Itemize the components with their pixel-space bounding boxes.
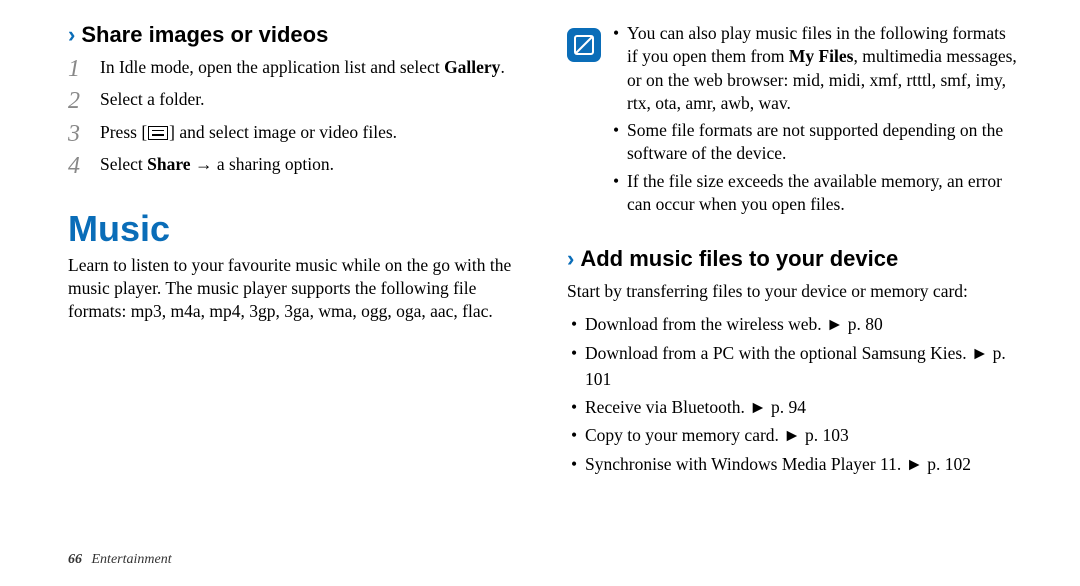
page-number: 66	[68, 552, 82, 567]
music-intro-paragraph: Learn to listen to your favourite music …	[68, 254, 521, 324]
list-item: Download from the wireless web. ► p. 80	[567, 311, 1020, 337]
share-heading: › Share images or videos	[68, 22, 521, 48]
list-item: Copy to your memory card. ► p. 103	[567, 422, 1020, 448]
note-item: If the file size exceeds the available m…	[613, 170, 1020, 217]
transfer-list: Download from the wireless web. ► p. 80 …	[567, 311, 1020, 477]
add-music-heading-text: Add music files to your device	[580, 246, 898, 272]
step-3: 3 Press [] and select image or video fil…	[68, 121, 521, 147]
step-number: 3	[68, 121, 96, 147]
step-text: Press [] and select image or video files…	[100, 121, 521, 145]
menu-icon	[148, 126, 168, 140]
step-text: Select a folder.	[100, 88, 521, 112]
note-item: You can also play music files in the fol…	[613, 22, 1020, 115]
list-item: Receive via Bluetooth. ► p. 94	[567, 394, 1020, 420]
step-4: 4 Select Share → a sharing option.	[68, 153, 521, 179]
left-column: › Share images or videos 1 In Idle mode,…	[68, 22, 521, 479]
list-item: Synchronise with Windows Media Player 11…	[567, 451, 1020, 477]
share-steps: 1 In Idle mode, open the application lis…	[68, 56, 521, 180]
step-number: 4	[68, 153, 96, 179]
add-music-heading: › Add music files to your device	[567, 246, 1020, 272]
share-heading-text: Share images or videos	[81, 22, 328, 48]
list-item: Download from a PC with the optional Sam…	[567, 340, 1020, 393]
step-2: 2 Select a folder.	[68, 88, 521, 114]
note-box: You can also play music files in the fol…	[567, 22, 1020, 220]
note-item: Some file formats are not supported depe…	[613, 119, 1020, 166]
step-text: In Idle mode, open the application list …	[100, 56, 521, 80]
step-text: Select Share → a sharing option.	[100, 153, 521, 177]
right-column: You can also play music files in the fol…	[567, 22, 1020, 479]
transfer-intro: Start by transferring files to your devi…	[567, 280, 1020, 303]
section-name: Entertainment	[92, 552, 172, 567]
note-list: You can also play music files in the fol…	[613, 22, 1020, 220]
note-icon	[567, 28, 601, 62]
chevron-right-icon: ›	[567, 246, 574, 272]
step-number: 2	[68, 88, 96, 114]
step-1: 1 In Idle mode, open the application lis…	[68, 56, 521, 82]
music-heading: Music	[68, 208, 521, 250]
chevron-right-icon: ›	[68, 22, 75, 48]
step-number: 1	[68, 56, 96, 82]
page-footer: 66 Entertainment	[68, 552, 172, 568]
